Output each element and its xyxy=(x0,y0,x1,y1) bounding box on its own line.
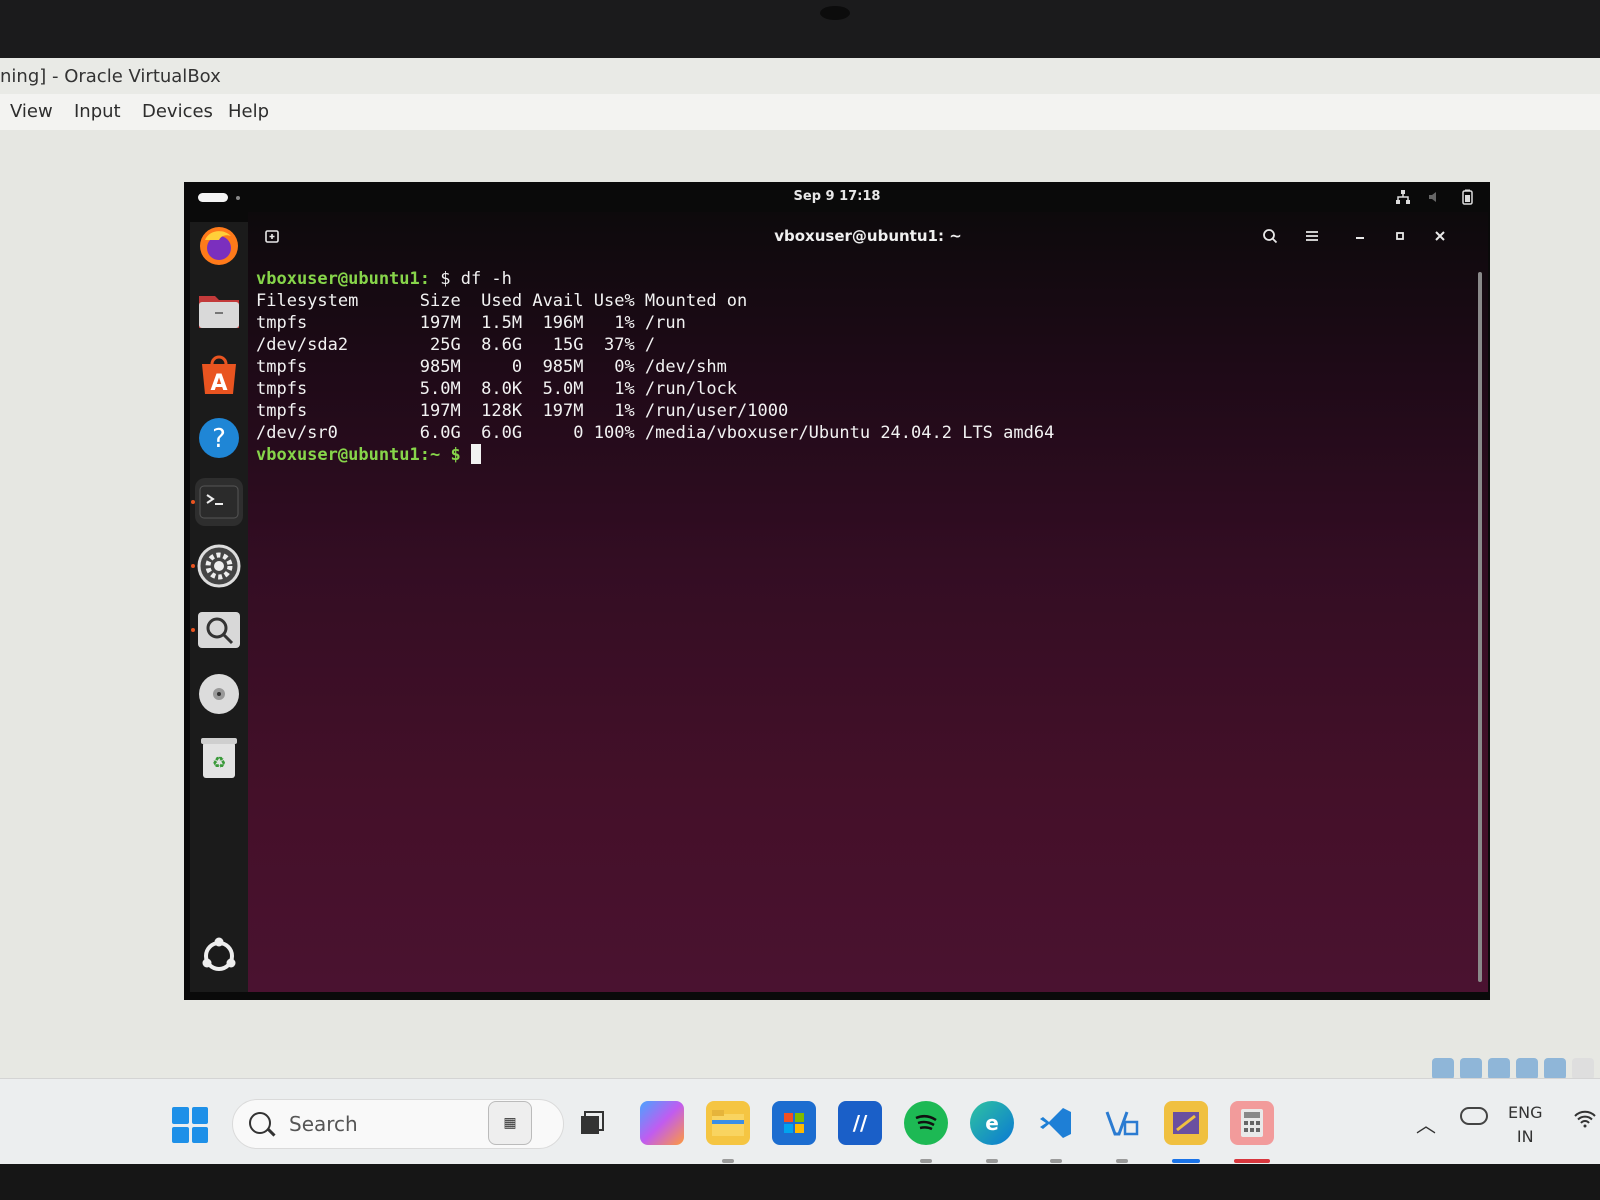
terminal-output[interactable]: vboxuser@ubuntu1: $ df -h Filesystem Size… xyxy=(256,268,1466,466)
terminal-icon[interactable] xyxy=(191,478,243,526)
shared-folders-status-icon[interactable] xyxy=(1516,1058,1538,1080)
prompt: vboxuser@ubuntu1: xyxy=(256,445,430,465)
region-code: IN xyxy=(1516,1127,1534,1146)
audio-status-icon[interactable] xyxy=(1432,1058,1454,1080)
widgets-icon[interactable]: ▦ xyxy=(488,1101,532,1145)
running-indicator xyxy=(722,1159,734,1163)
prompt: vboxuser@ubuntu1: xyxy=(256,269,430,289)
virtualbox-icon[interactable] xyxy=(1164,1101,1208,1145)
running-indicator xyxy=(986,1159,998,1163)
svg-text:A: A xyxy=(210,371,227,396)
virtualbox-menubar: View Input Devices Help xyxy=(0,94,1600,130)
hamburger-menu-icon[interactable] xyxy=(1300,224,1324,248)
virtualbox-status-icons xyxy=(1432,1058,1594,1080)
maximize-icon[interactable] xyxy=(1388,224,1412,248)
trash-icon[interactable]: ♻ xyxy=(195,734,243,782)
windows-logo-pane xyxy=(191,1126,208,1143)
svg-text:?: ? xyxy=(212,424,226,454)
visual-studio-installer-icon[interactable] xyxy=(1100,1101,1144,1145)
app-center-icon[interactable]: A xyxy=(195,350,243,398)
start-button[interactable] xyxy=(172,1107,208,1143)
window-title: ning] - Oracle VirtualBox xyxy=(0,66,221,87)
search-icon xyxy=(249,1112,271,1134)
optical-drive-status-icon[interactable] xyxy=(1460,1058,1482,1080)
terminal-window[interactable]: vboxuser@ubuntu1: ~ vboxuser@ubuntu1: $ … xyxy=(248,212,1488,992)
output-row: /dev/sda2 25G 8.6G 15G 37% / xyxy=(256,335,656,355)
clock[interactable]: Sep 9 17:18 xyxy=(184,182,1490,212)
help-icon[interactable]: ? xyxy=(195,414,243,462)
calculator-icon[interactable] xyxy=(1230,1101,1274,1145)
output-row: tmpfs 985M 0 985M 0% /dev/shm xyxy=(256,357,727,377)
onedrive-cloud-icon[interactable] xyxy=(1460,1107,1488,1125)
network-icon[interactable] xyxy=(1394,188,1412,206)
windows-logo-pane xyxy=(191,1107,208,1124)
minimize-icon[interactable] xyxy=(1348,224,1372,248)
running-indicator xyxy=(920,1159,932,1163)
file-explorer-icon[interactable] xyxy=(706,1101,750,1145)
files-icon[interactable] xyxy=(195,286,243,334)
gnome-top-bar: Sep 9 17:18 xyxy=(184,182,1490,212)
guest-display[interactable]: Sep 9 17:18 A ? ♻ vboxuser@ubuntu1: ~ vb… xyxy=(184,182,1490,1000)
output-row: tmpfs 197M 1.5M 196M 1% /run xyxy=(256,313,686,333)
disc-icon[interactable] xyxy=(195,670,243,718)
running-indicator xyxy=(191,564,195,568)
command-line: vboxuser@ubuntu1: $ df -h xyxy=(256,268,1466,290)
edge-icon[interactable]: e xyxy=(970,1101,1014,1145)
menu-devices[interactable]: Devices xyxy=(142,101,213,122)
windows-taskbar: Search ▦ // e ︿ ENG IN xyxy=(0,1078,1600,1164)
close-icon[interactable] xyxy=(1428,224,1452,248)
webcam xyxy=(820,6,850,20)
active-indicator xyxy=(1234,1159,1270,1163)
spotify-icon[interactable] xyxy=(904,1101,948,1145)
current-prompt-line: vboxuser@ubuntu1:~ $ xyxy=(256,444,1466,466)
menu-input[interactable]: Input xyxy=(74,101,121,122)
network-status-icon[interactable] xyxy=(1488,1058,1510,1080)
laptop-screen: ning] - Oracle VirtualBox View Input Dev… xyxy=(0,58,1600,1164)
terminal-headerbar: vboxuser@ubuntu1: ~ xyxy=(248,212,1488,260)
task-view-icon[interactable] xyxy=(570,1101,614,1145)
ubuntu-dock: A ? ♻ xyxy=(190,222,248,992)
running-indicator xyxy=(191,628,195,632)
windows-logo-icon xyxy=(172,1107,189,1124)
running-indicator xyxy=(191,500,195,504)
image-viewer-icon[interactable] xyxy=(191,606,243,654)
menu-help[interactable]: Help xyxy=(228,101,269,122)
output-row: tmpfs 197M 128K 197M 1% /run/user/1000 xyxy=(256,401,789,421)
language-indicator[interactable]: ENG IN xyxy=(1508,1101,1542,1149)
output-header: Filesystem Size Used Avail Use% Mounted … xyxy=(256,291,748,311)
search-icon[interactable] xyxy=(1258,224,1282,248)
show-apps-icon[interactable] xyxy=(195,932,243,980)
output-row: tmpfs 5.0M 8.0K 5.0M 1% /run/lock xyxy=(256,379,738,399)
settings-icon[interactable] xyxy=(191,542,243,590)
app-icon-blue[interactable]: // xyxy=(838,1101,882,1145)
microsoft-store-icon[interactable] xyxy=(772,1101,816,1145)
vscode-icon[interactable] xyxy=(1034,1101,1078,1145)
text-cursor xyxy=(470,444,481,464)
running-indicator xyxy=(1116,1159,1128,1163)
battery-icon[interactable] xyxy=(1458,188,1476,206)
active-indicator xyxy=(1172,1159,1200,1163)
prompt-path: ~ $ xyxy=(430,445,471,465)
firefox-icon[interactable] xyxy=(195,222,243,270)
svg-text:♻: ♻ xyxy=(212,753,226,772)
language-code: ENG xyxy=(1508,1103,1543,1122)
search-placeholder: Search xyxy=(289,1112,358,1136)
laptop-bezel-top xyxy=(0,0,1600,58)
menu-view[interactable]: View xyxy=(10,101,53,122)
windows-logo-pane xyxy=(172,1126,189,1143)
virtualbox-titlebar: ning] - Oracle VirtualBox xyxy=(0,58,1600,94)
terminal-scrollbar[interactable] xyxy=(1478,272,1482,982)
wifi-icon[interactable] xyxy=(1574,1109,1596,1133)
system-tray[interactable] xyxy=(1394,188,1476,206)
copilot-icon[interactable] xyxy=(640,1101,684,1145)
running-indicator xyxy=(1050,1159,1062,1163)
laptop-bezel-bottom xyxy=(0,1164,1600,1200)
output-row: /dev/sr0 6.0G 6.0G 0 100% /media/vboxuse… xyxy=(256,423,1055,443)
chevron-up-icon[interactable]: ︿ xyxy=(1416,1109,1436,1138)
recording-status-icon[interactable] xyxy=(1572,1058,1594,1080)
volume-icon[interactable] xyxy=(1426,188,1444,206)
display-status-icon[interactable] xyxy=(1544,1058,1566,1080)
command: $ df -h xyxy=(440,269,512,289)
